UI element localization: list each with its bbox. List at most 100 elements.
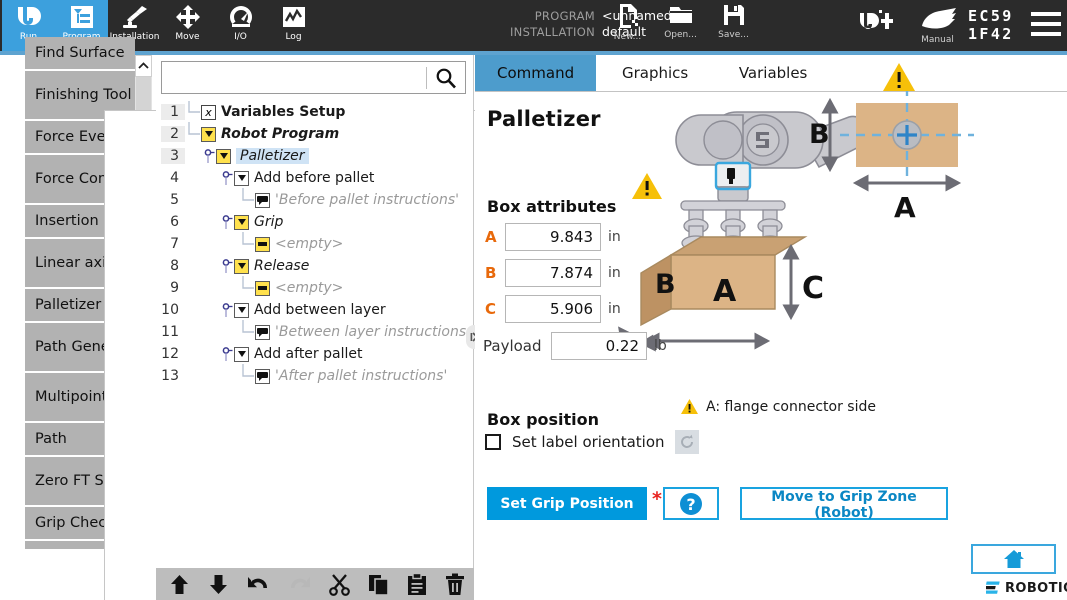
- open-file-button[interactable]: Open...: [654, 2, 707, 49]
- help-button[interactable]: ?: [663, 487, 719, 520]
- installation-robot-icon: [122, 6, 147, 28]
- tree-breakpoint-icon[interactable]: [221, 259, 234, 273]
- nav-label-io: I/O: [234, 32, 247, 42]
- payload-input[interactable]: [551, 332, 647, 360]
- tree-empty-node-icon[interactable]: [255, 280, 270, 296]
- tree-row-label: 'After pallet instructions': [275, 368, 448, 384]
- tree-variable-icon[interactable]: x: [201, 104, 216, 120]
- sidebar-item-find-surface[interactable]: Find Surface: [25, 37, 135, 69]
- label-orientation-row: Set label orientation: [485, 430, 699, 454]
- redo-icon[interactable]: [287, 573, 312, 596]
- sidebar-item-label: Insertion: [35, 212, 99, 229]
- tree-row[interactable]: 10 Add between layer: [161, 299, 466, 321]
- unit-a: in: [608, 229, 621, 245]
- tree-search-box[interactable]: [161, 61, 466, 94]
- tree-row[interactable]: 6 Grip: [161, 211, 466, 233]
- tree-breakpoint-icon[interactable]: [221, 215, 234, 229]
- sidebar-item-label: Grip Check: [35, 514, 115, 531]
- tree-collapse-toggle[interactable]: [234, 302, 249, 318]
- tree-row-number: 5: [170, 192, 179, 208]
- set-grip-position-button[interactable]: Set Grip Position: [487, 487, 647, 520]
- tree-row[interactable]: 8 Release: [161, 255, 466, 277]
- reset-orientation-button[interactable]: [674, 430, 699, 454]
- save-disk-icon: [723, 5, 744, 25]
- search-input[interactable]: [162, 62, 426, 93]
- svg-text:?: ?: [686, 495, 695, 514]
- robotiq-logo-icon: [986, 581, 1000, 594]
- cut-icon[interactable]: [328, 573, 351, 596]
- open-file-label: Open...: [664, 30, 697, 40]
- program-tree[interactable]: 1 x Variables Setup 2 Robot Program 3 Palletiz…: [161, 101, 466, 561]
- tree-collapse-toggle[interactable]: [234, 346, 249, 362]
- tree-comment-icon[interactable]: [255, 368, 270, 384]
- box-dimension-c-input[interactable]: [505, 295, 601, 323]
- tree-row-label: Release: [254, 258, 310, 274]
- tree-row[interactable]: 5 'Before pallet instructions': [161, 188, 466, 211]
- command-panel: Command Graphics Variables Palletizer B …: [475, 55, 1067, 600]
- tree-row-number: 1: [161, 104, 185, 120]
- move-to-grip-zone-button[interactable]: Move to Grip Zone (Robot): [740, 487, 948, 521]
- move-down-icon[interactable]: [207, 573, 230, 596]
- manual-mode-button[interactable]: Manual: [910, 4, 965, 45]
- tree-collapse-toggle[interactable]: [234, 258, 249, 274]
- tree-row[interactable]: 1 x Variables Setup: [161, 101, 466, 123]
- field-row-a: A in: [485, 223, 621, 251]
- tree-row-label: <empty>: [275, 236, 344, 252]
- tree-row[interactable]: 7 <empty>: [161, 232, 466, 256]
- tree-row-label: Add after pallet: [254, 346, 363, 362]
- tree-row-label: Variables Setup: [221, 104, 346, 120]
- manual-hand-icon: [921, 8, 956, 29]
- tree-breakpoint-icon[interactable]: [203, 149, 216, 163]
- program-node-sidebar: Find SurfaceFinishing Tool ControlForce …: [0, 37, 696, 600]
- undo-icon[interactable]: [246, 573, 271, 596]
- sidebar-scroll-up-button[interactable]: [135, 55, 152, 77]
- nav-item-io[interactable]: I/O: [214, 0, 267, 51]
- new-file-button[interactable]: New...: [601, 2, 654, 49]
- tree-collapse-toggle[interactable]: [216, 148, 231, 164]
- robot-id-line2: 1F42: [968, 25, 1014, 43]
- tree-row[interactable]: 3 Palletizer: [161, 145, 466, 167]
- tree-collapse-toggle[interactable]: [201, 126, 216, 142]
- ur-plus-button[interactable]: [857, 10, 905, 44]
- program-icon: [70, 6, 93, 28]
- tree-empty-node-icon[interactable]: [255, 236, 270, 252]
- search-icon[interactable]: [427, 67, 465, 89]
- tree-elbow: [239, 232, 255, 256]
- tree-collapse-toggle[interactable]: [234, 170, 249, 186]
- tree-row[interactable]: 9 <empty>: [161, 276, 466, 299]
- hamburger-menu-icon[interactable]: [1031, 12, 1061, 42]
- tree-row[interactable]: 2 Robot Program: [161, 122, 466, 145]
- tree-collapse-toggle[interactable]: [234, 214, 249, 230]
- log-graph-icon: [282, 7, 305, 27]
- required-marker: *: [652, 488, 662, 510]
- paste-icon[interactable]: [406, 572, 428, 596]
- tree-row-label: 'Between layer instructions': [275, 324, 466, 340]
- manual-label: Manual: [921, 35, 954, 45]
- nav-item-log[interactable]: Log: [267, 0, 320, 51]
- tree-row[interactable]: 13 'After pallet instructions': [161, 364, 466, 387]
- copy-icon[interactable]: [367, 573, 390, 596]
- open-folder-icon: [669, 7, 692, 23]
- field-row-c: C in: [485, 295, 621, 323]
- tree-comment-icon[interactable]: [255, 192, 270, 208]
- robot-id-line1: EC59: [968, 7, 1014, 25]
- save-file-button[interactable]: Save...: [707, 2, 760, 49]
- tree-row-label: Grip: [254, 214, 284, 230]
- tree-comment-icon[interactable]: [255, 324, 270, 340]
- tree-row[interactable]: 4 Add before pallet: [161, 167, 466, 189]
- nav-item-move[interactable]: Move: [161, 0, 214, 51]
- tree-breakpoint-icon[interactable]: [221, 303, 234, 317]
- home-button[interactable]: [971, 544, 1056, 574]
- set-label-orientation-checkbox[interactable]: [485, 434, 501, 450]
- box-dimension-a-input[interactable]: [505, 223, 601, 251]
- move-up-icon[interactable]: [168, 573, 191, 596]
- tree-row[interactable]: 12 Add after pallet: [161, 343, 466, 365]
- box-dimension-b-input[interactable]: [505, 259, 601, 287]
- tree-row-label: Add between layer: [254, 302, 386, 318]
- tree-row[interactable]: 11 'Between layer instructions': [161, 320, 466, 343]
- tree-breakpoint-icon[interactable]: [221, 171, 234, 185]
- tree-breakpoint-icon[interactable]: [221, 347, 234, 361]
- delete-trash-icon[interactable]: [444, 573, 466, 596]
- home-icon: [1003, 550, 1024, 568]
- tree-row-label: Add before pallet: [254, 170, 375, 186]
